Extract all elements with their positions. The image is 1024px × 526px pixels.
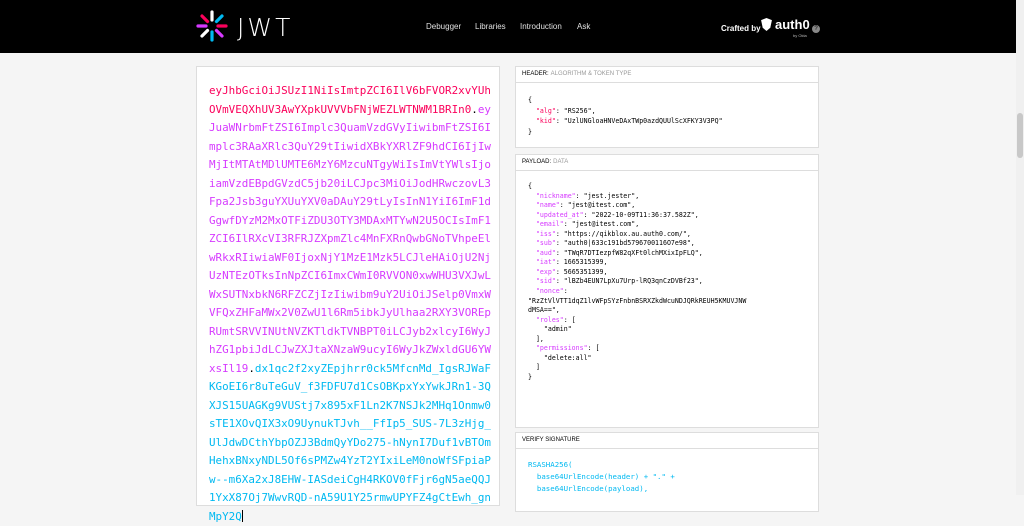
header-panel: HEADER: ALGORITHM & TOKEN TYPE { "alg": "…	[515, 66, 819, 148]
nav-libraries[interactable]: Libraries	[475, 22, 506, 31]
encoded-token-panel[interactable]: eyJhbGciOiJSUzI1NiIsImtpZCI6IlV6bFVOR2xv…	[196, 66, 500, 523]
jwt-logo-icon[interactable]	[196, 10, 228, 42]
token-header-part: eyJhbGciOiJSUzI1NiIsImtpZCI6IlV6bFVOR2xv…	[209, 84, 491, 116]
jwt-logo-text[interactable]: JWT	[237, 13, 293, 42]
nav-introduction[interactable]: Introduction	[520, 22, 562, 31]
payload-json-editor[interactable]: { "nickname": "jest.jester", "name": "je…	[528, 182, 746, 382]
encoded-token-textarea[interactable]: eyJhbGciOiJSUzI1NiIsImtpZCI6IlV6bFVOR2xv…	[209, 82, 494, 526]
text-caret	[241, 509, 243, 522]
payload-panel: PAYLOAD: DATA { "nickname": "jest.jester"…	[515, 154, 819, 428]
header-panel-title: HEADER: ALGORITHM & TOKEN TYPE	[516, 67, 818, 83]
auth0-brand[interactable]: auth0	[760, 17, 810, 32]
auth0-brand-text: auth0	[775, 17, 810, 32]
verify-signature-panel: VERIFY SIGNATURE RSASHA256( base64UrlEnc…	[515, 432, 819, 512]
scrollbar-thumb[interactable]	[1017, 113, 1023, 158]
by-okta-text: by Okta	[793, 33, 807, 38]
page-scrollbar[interactable]	[1016, 0, 1024, 495]
token-payload-part: eyJuaWNrbmFtZSI6Implc3QuamVzdGVyIiwibmFt…	[209, 102, 491, 375]
nav-ask[interactable]: Ask	[577, 22, 590, 31]
header-json-editor[interactable]: { "alg": "RS256", "kid": "UzlUNGloaHNVeD…	[528, 95, 723, 137]
payload-panel-title: PAYLOAD: DATA	[516, 155, 818, 171]
nav-debugger[interactable]: Debugger	[426, 22, 461, 31]
help-icon[interactable]: ?	[812, 25, 820, 33]
top-navigation-bar: JWT Debugger Libraries Introduction Ask …	[0, 0, 1016, 53]
token-signature-part: dx1qc2f2xyZEpjhrr0ck5MfcnMd_IgsRJWaFKGoE…	[209, 361, 491, 523]
verify-signature-editor[interactable]: RSASHA256( base64UrlEncode(header) + "."…	[528, 459, 675, 495]
verify-panel-title: VERIFY SIGNATURE	[516, 433, 818, 449]
crafted-by-label: Crafted by	[721, 24, 761, 33]
auth0-shield-icon	[761, 18, 772, 31]
